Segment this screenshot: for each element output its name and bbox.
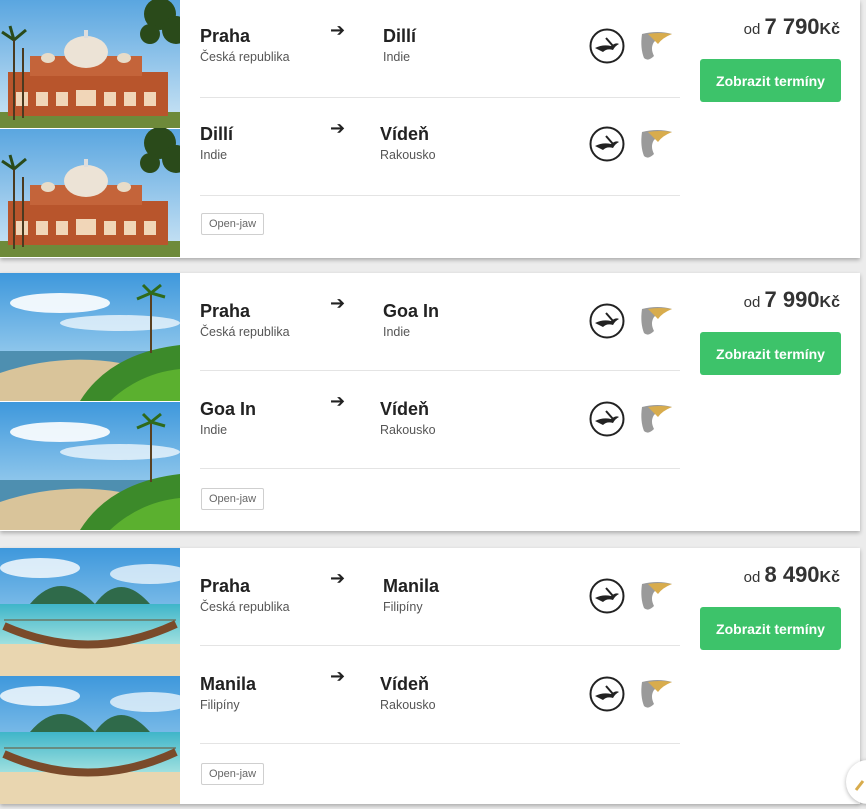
airline-wing-icon	[638, 676, 674, 712]
origin-country: Indie	[200, 423, 228, 437]
flight-leg: Dillí Indie ➔ Vídeň Rakousko	[200, 98, 680, 196]
origin-country: Filipíny	[200, 698, 240, 712]
origin-city: Goa In	[200, 399, 257, 419]
price-prefix: od	[743, 21, 761, 38]
destination-city: Vídeň	[380, 399, 430, 419]
destination-photo	[0, 401, 180, 531]
origin-city: Dillí	[200, 124, 234, 144]
destination-photo	[0, 0, 180, 128]
flight-leg: Manila Filipíny ➔ Vídeň Rakousko	[200, 646, 680, 744]
arrow-icon: ➔	[330, 118, 346, 138]
price-amount: 7 990	[764, 287, 820, 312]
price: od 7 790Kč	[744, 14, 840, 40]
offer-images	[0, 273, 180, 531]
offer-card: Praha Česká republika ➔ Manila Filipíny …	[0, 548, 860, 804]
origin-city: Praha	[200, 576, 251, 596]
destination-country: Rakousko	[380, 148, 436, 162]
destination-country: Rakousko	[380, 423, 436, 437]
destination-photo	[0, 273, 180, 401]
offer-card: Praha Česká republika ➔ Goa In Indie Goa…	[0, 273, 860, 531]
divider	[200, 195, 680, 196]
arrow-icon: ➔	[330, 391, 346, 411]
price-prefix: od	[743, 294, 761, 311]
flight-leg: Praha Česká republika ➔ Dillí Indie	[200, 0, 680, 98]
lufthansa-crane-icon	[589, 28, 625, 64]
open-jaw-badge: Open-jaw	[201, 213, 265, 235]
show-dates-button[interactable]: Zobrazit termíny	[700, 332, 841, 375]
open-jaw-badge: Open-jaw	[201, 763, 265, 785]
price-amount: 7 790	[764, 14, 820, 39]
price-currency: Kč	[819, 569, 840, 586]
arrow-icon: ➔	[330, 568, 346, 588]
origin-country: Česká republika	[200, 50, 290, 64]
price-prefix: od	[743, 569, 761, 586]
flight-leg: Goa In Indie ➔ Vídeň Rakousko	[200, 371, 680, 469]
destination-city: Goa In	[383, 301, 440, 321]
offer-card: Praha Česká republika ➔ Dillí Indie Dill…	[0, 0, 860, 258]
destination-photo	[0, 128, 180, 258]
scroll-to-top-button[interactable]	[846, 760, 866, 804]
destination-country: Indie	[383, 50, 411, 64]
divider	[200, 743, 680, 744]
destination-city: Vídeň	[380, 124, 430, 144]
chevron-up-icon	[854, 780, 865, 791]
destination-city: Dillí	[383, 26, 417, 46]
destination-city: Vídeň	[380, 674, 430, 694]
price: od 7 990Kč	[744, 287, 840, 313]
destination-photo	[0, 548, 180, 676]
destination-photo	[0, 676, 180, 804]
price-currency: Kč	[819, 294, 840, 311]
show-dates-button[interactable]: Zobrazit termíny	[700, 59, 841, 102]
price: od 8 490Kč	[744, 562, 840, 588]
lufthansa-crane-icon	[589, 578, 625, 614]
origin-country: Česká republika	[200, 600, 290, 614]
airline-wing-icon	[638, 28, 674, 64]
origin-city: Praha	[200, 26, 251, 46]
destination-country: Indie	[383, 325, 411, 339]
destination-country: Filipíny	[383, 600, 423, 614]
flight-leg: Praha Česká republika ➔ Manila Filipíny	[200, 548, 680, 646]
lufthansa-crane-icon	[589, 676, 625, 712]
airline-wing-icon	[638, 578, 674, 614]
lufthansa-crane-icon	[589, 126, 625, 162]
open-jaw-badge: Open-jaw	[201, 488, 265, 510]
offer-images	[0, 0, 180, 258]
arrow-icon: ➔	[330, 666, 346, 686]
flight-leg: Praha Česká republika ➔ Goa In Indie	[200, 273, 680, 371]
divider	[200, 468, 680, 469]
offer-images	[0, 548, 180, 804]
price-amount: 8 490	[764, 562, 820, 587]
arrow-icon: ➔	[330, 20, 346, 40]
origin-city: Manila	[200, 674, 257, 694]
arrow-icon: ➔	[330, 293, 346, 313]
lufthansa-crane-icon	[589, 401, 625, 437]
origin-country: Česká republika	[200, 325, 290, 339]
airline-wing-icon	[638, 303, 674, 339]
destination-city: Manila	[383, 576, 440, 596]
origin-city: Praha	[200, 301, 251, 321]
airline-wing-icon	[638, 126, 674, 162]
destination-country: Rakousko	[380, 698, 436, 712]
price-currency: Kč	[819, 21, 840, 38]
lufthansa-crane-icon	[589, 303, 625, 339]
origin-country: Indie	[200, 148, 228, 162]
airline-wing-icon	[638, 401, 674, 437]
show-dates-button[interactable]: Zobrazit termíny	[700, 607, 841, 650]
